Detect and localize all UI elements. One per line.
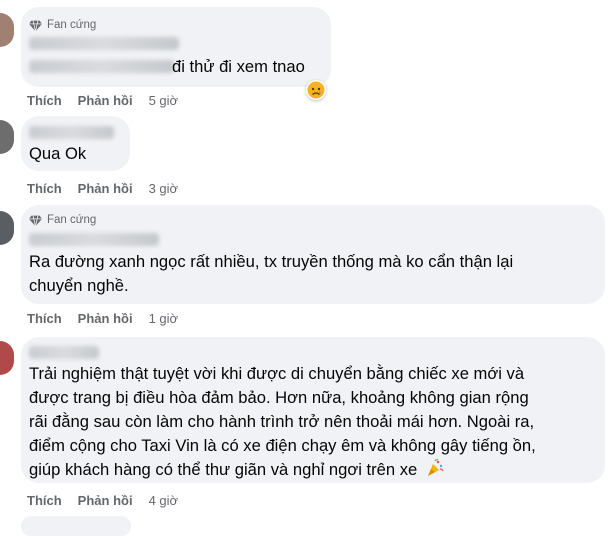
timestamp[interactable]: 5 giờ (149, 93, 179, 108)
author-name[interactable] (29, 346, 99, 359)
avatar[interactable] (0, 211, 14, 245)
like-button[interactable]: Thích (27, 493, 62, 508)
comment-text-line1: Trải nghiệm thật tuyệt vời khi được di c… (29, 364, 525, 383)
comment-text-line4: điểm cộng cho Taxi Vin là có xe điện chạ… (29, 436, 536, 455)
like-button[interactable]: Thích (27, 181, 62, 196)
like-button[interactable]: Thích (27, 93, 62, 108)
comment-bubble: Trải nghiệm thật tuyệt vời khi được di c… (21, 337, 605, 483)
reaction-badge[interactable] (306, 80, 326, 100)
comment-bubble: Qua Ok (21, 116, 130, 171)
comment-text: Qua Ok (29, 144, 87, 163)
diamond-icon (29, 20, 42, 31)
timestamp[interactable]: 1 giờ (149, 311, 179, 326)
comment-actions: Thích Phản hồi 5 giờ (27, 91, 178, 109)
comment-actions: Thích Phản hồi 1 giờ (27, 309, 178, 327)
comment-actions: Thích Phản hồi 3 giờ (27, 179, 178, 197)
comment-text-line3: rãi đằng sau còn làm cho hành trình trở … (29, 412, 535, 431)
fan-badge: Fan cứng (29, 212, 96, 228)
timestamp[interactable]: 3 giờ (149, 181, 179, 196)
avatar[interactable] (0, 341, 14, 375)
comment-text-line2: được trang bị điều hòa đảm bảo. Hơn nữa,… (29, 388, 529, 407)
comment-text: Ra đường xanh ngọc rất nhiều, tx truyền … (29, 252, 514, 271)
diamond-icon (29, 215, 42, 226)
reply-button[interactable]: Phản hồi (78, 311, 133, 326)
comment-bubble-partial (21, 516, 131, 536)
comment-text-line5-text: giúp khách hàng có thể thư giãn và nghỉ … (29, 460, 418, 479)
sad-face-icon (307, 81, 325, 99)
reply-button[interactable]: Phản hồi (78, 93, 133, 108)
comment-actions: Thích Phản hồi 4 giờ (27, 491, 178, 509)
avatar[interactable] (0, 13, 14, 47)
comment-bubble: Fan cứng Ra đường xanh ngọc rất nhiều, t… (21, 205, 605, 304)
author-name[interactable] (29, 233, 159, 246)
party-popper-icon (427, 459, 444, 476)
comment-bubble: Fan cứng đi thử đi xem tnao (21, 7, 331, 87)
author-name[interactable] (29, 37, 179, 50)
badge-label: Fan cứng (47, 19, 97, 31)
comment-text: đi thử đi xem tnao (172, 57, 305, 76)
reply-button[interactable]: Phản hồi (78, 493, 133, 508)
author-name[interactable] (29, 126, 114, 139)
like-button[interactable]: Thích (27, 311, 62, 326)
timestamp[interactable]: 4 giờ (149, 493, 179, 508)
badge-label: Fan cứng (47, 214, 97, 226)
comment-text-line2: chuyển nghề. (29, 276, 129, 295)
avatar[interactable] (0, 120, 14, 154)
blurred-mention[interactable] (29, 60, 174, 73)
fan-badge: Fan cứng (29, 17, 96, 33)
comment-text-line5: giúp khách hàng có thể thư giãn và nghỉ … (29, 458, 595, 482)
reply-button[interactable]: Phản hồi (78, 181, 133, 196)
